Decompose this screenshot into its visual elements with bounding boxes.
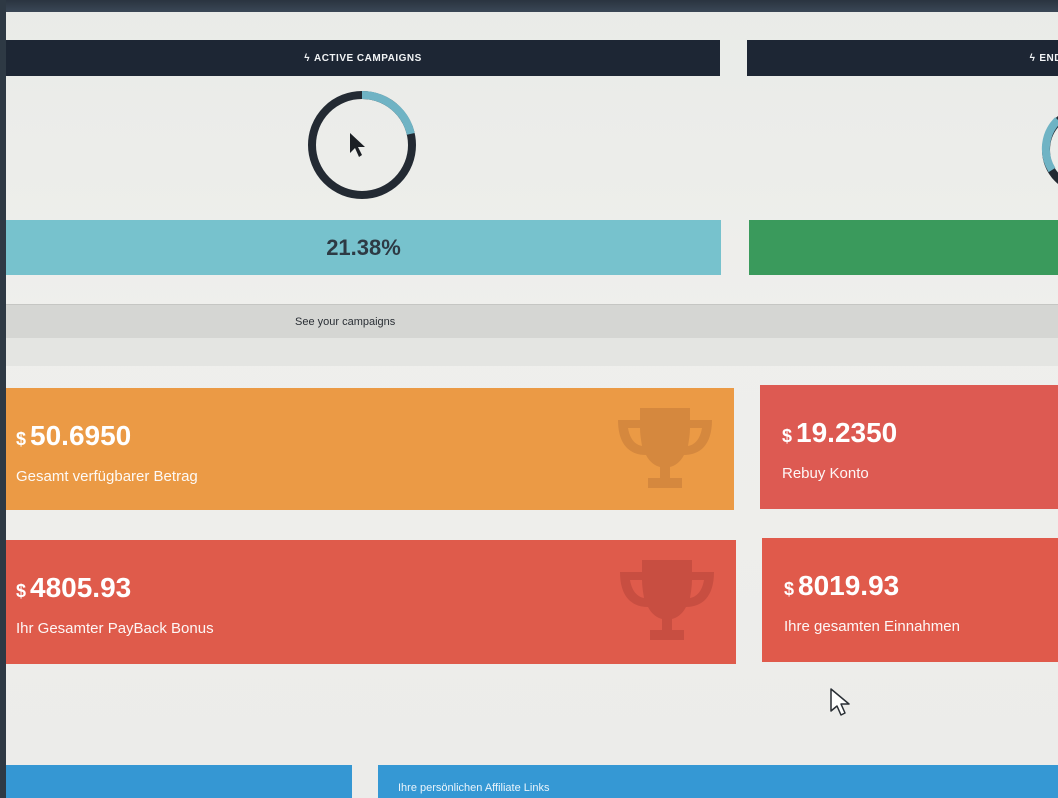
arrow-cursor-icon bbox=[350, 133, 365, 157]
active-campaigns-percent: 21.38% bbox=[6, 220, 721, 275]
section-divider bbox=[0, 338, 1058, 366]
card-total-available: $50.6950 Gesamt verfügbarer Betrag bbox=[6, 388, 734, 510]
rebuy-amount: $19.2350 bbox=[782, 417, 897, 449]
active-percent-text: 21.38% bbox=[326, 234, 401, 260]
active-campaigns-header: ϟ ACTIVE CAMPAIGNS bbox=[6, 40, 720, 76]
trophy-icon bbox=[618, 408, 712, 488]
payback-amount: $4805.93 bbox=[16, 572, 131, 604]
ended-campaigns-donut bbox=[1041, 116, 1058, 184]
earnings-caption: Ihre gesamten Einnahmen bbox=[784, 618, 960, 635]
footer-panel-left bbox=[6, 765, 352, 798]
bolt-icon: ϟ bbox=[304, 52, 310, 64]
currency-symbol: $ bbox=[782, 426, 793, 446]
dashboard-screen: ϟ ACTIVE CAMPAIGNS ϟ END 21.38% See your… bbox=[0, 0, 1058, 798]
arrow-cursor-icon bbox=[830, 688, 850, 716]
monitor-bezel-top bbox=[0, 0, 1058, 12]
total-amount-value: 50.6950 bbox=[30, 420, 132, 451]
earnings-amount-value: 8019.93 bbox=[798, 570, 900, 601]
bolt-icon: ϟ bbox=[1029, 52, 1036, 64]
active-campaigns-title: ACTIVE CAMPAIGNS bbox=[313, 52, 422, 64]
card-total-earnings: $8019.93 Ihre gesamten Einnahmen bbox=[762, 538, 1058, 662]
trophy-icon bbox=[620, 560, 714, 640]
monitor-bezel-left bbox=[0, 0, 6, 798]
ended-campaigns-bar bbox=[749, 220, 1058, 275]
active-campaigns-donut bbox=[308, 91, 416, 199]
see-campaigns-link[interactable]: See your campaigns bbox=[6, 304, 1058, 338]
currency-symbol: $ bbox=[16, 429, 27, 449]
ended-campaigns-header: ϟ END bbox=[747, 40, 1058, 76]
rebuy-amount-value: 19.2350 bbox=[796, 417, 898, 448]
payback-amount-value: 4805.93 bbox=[30, 572, 132, 603]
card-payback-bonus: $4805.93 Ihr Gesamter PayBack Bonus bbox=[6, 540, 736, 664]
total-caption: Gesamt verfügbarer Betrag bbox=[16, 468, 198, 485]
see-campaigns-label: See your campaigns bbox=[295, 315, 396, 328]
affiliate-links-label: Ihre persönlichen Affiliate Links bbox=[398, 782, 550, 794]
ended-campaigns-title: END bbox=[1039, 52, 1058, 64]
earnings-amount: $8019.93 bbox=[784, 570, 899, 602]
payback-caption: Ihr Gesamter PayBack Bonus bbox=[16, 620, 214, 637]
total-amount: $50.6950 bbox=[16, 420, 131, 452]
card-rebuy-account: $19.2350 Rebuy Konto bbox=[760, 385, 1058, 509]
currency-symbol: $ bbox=[16, 581, 27, 601]
currency-symbol: $ bbox=[784, 579, 795, 599]
rebuy-caption: Rebuy Konto bbox=[782, 465, 869, 482]
affiliate-links-panel[interactable]: Ihre persönlichen Affiliate Links bbox=[378, 765, 1058, 798]
